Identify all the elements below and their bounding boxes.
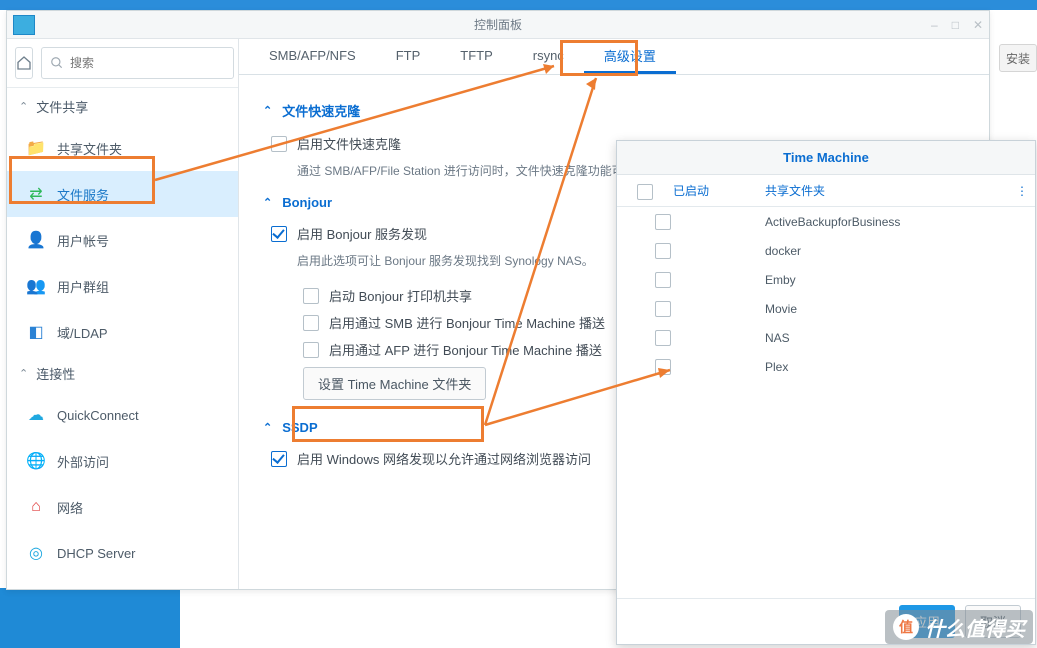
group-title: Bonjour <box>282 195 332 210</box>
sidebar-item-label: 网络 <box>57 498 83 517</box>
app-icon <box>13 15 35 35</box>
checkbox-enable-fastclone[interactable] <box>271 136 287 152</box>
chevron-down-icon: ⌃ <box>263 104 272 117</box>
label: 启用 Windows 网络发现以允许通过网络浏览器访问 <box>297 449 591 468</box>
tab-3[interactable]: rsync <box>513 39 584 74</box>
folder-row[interactable]: docker <box>617 236 1035 265</box>
sidebar-item-label: 用户帐号 <box>57 231 109 250</box>
search-field[interactable] <box>70 56 225 70</box>
folder-name: Plex <box>765 360 1035 374</box>
user-icon: 👤 <box>25 229 47 251</box>
folder-row[interactable]: Emby <box>617 265 1035 294</box>
label: 启用通过 AFP 进行 Bonjour Time Machine 播送 <box>329 340 602 359</box>
checkbox-folder[interactable] <box>655 359 671 375</box>
chevron-icon: ⌃ <box>19 367 28 380</box>
titlebar: 控制面板 – □ ✕ <box>7 11 989 39</box>
checkbox-folder[interactable] <box>655 214 671 230</box>
sidebar-item-label: 文件服务 <box>57 185 109 204</box>
folder-row[interactable]: Movie <box>617 294 1035 323</box>
quickconnect-icon: ☁ <box>25 404 47 426</box>
search-input[interactable] <box>41 47 234 79</box>
checkbox-bonjour-afp-tm[interactable] <box>303 342 319 358</box>
sidebar-item-label: 域/LDAP <box>57 323 108 342</box>
sidebar-item-label: 外部访问 <box>57 452 109 471</box>
external-access-icon: 🌐 <box>25 450 47 472</box>
sidebar: ⌃ 文件共享 📁 共享文件夹 ⇄ 文件服务 👤 用户帐号 👥 用户群组 ◧ 域/LDAP ⌃ 连接性 ☁ Qu… <box>7 39 239 589</box>
network-icon: ⌂ <box>25 496 47 518</box>
folder-row[interactable]: Plex <box>617 352 1035 381</box>
tab-0[interactable]: SMB/AFP/NFS <box>249 39 376 74</box>
sidebar-item-label: 用户群组 <box>57 277 109 296</box>
sidebar-item-dhcp[interactable]: ◎ DHCP Server <box>7 530 238 576</box>
checkbox-folder[interactable] <box>655 301 671 317</box>
section-label: 文件共享 <box>36 97 88 116</box>
section-header[interactable]: ⌃ 连接性 <box>7 355 238 392</box>
column-menu-icon[interactable]: ⋮ <box>1009 184 1035 198</box>
maximize-button[interactable]: □ <box>952 18 959 32</box>
section-label: 连接性 <box>36 364 75 383</box>
dialog-title: Time Machine <box>617 141 1035 175</box>
folder-name: NAS <box>765 331 1035 345</box>
watermark: 值 什么值得买 <box>885 610 1033 644</box>
dialog-header-row: 已启动 共享文件夹 ⋮ <box>617 175 1035 207</box>
group-title: SSDP <box>282 420 317 435</box>
folder-name: ActiveBackupforBusiness <box>765 215 1035 229</box>
group-title: 文件快速克隆 <box>282 101 360 120</box>
file-services-icon: ⇄ <box>25 183 47 205</box>
sidebar-item-quickconnect[interactable]: ☁ QuickConnect <box>7 392 238 438</box>
col-enabled[interactable]: 已启动 <box>673 182 765 199</box>
time-machine-dialog: Time Machine 已启动 共享文件夹 ⋮ ActiveBackupfor… <box>616 140 1036 645</box>
domain-ldap-icon: ◧ <box>25 321 47 343</box>
search-icon <box>50 56 64 70</box>
group-fastclone[interactable]: ⌃ 文件快速克隆 <box>263 101 965 120</box>
checkbox-folder[interactable] <box>655 330 671 346</box>
tab-2[interactable]: TFTP <box>440 39 513 74</box>
home-button[interactable] <box>15 47 33 79</box>
tab-4[interactable]: 高级设置 <box>584 39 676 74</box>
checkbox-enable-bonjour[interactable] <box>271 226 287 242</box>
label: 启用文件快速克隆 <box>297 134 401 153</box>
watermark-icon: 值 <box>893 614 919 640</box>
tab-1[interactable]: FTP <box>376 39 441 74</box>
folder-name: Movie <box>765 302 1035 316</box>
sidebar-item-user[interactable]: 👤 用户帐号 <box>7 217 238 263</box>
checkbox-folder[interactable] <box>655 243 671 259</box>
checkbox-bonjour-printer[interactable] <box>303 288 319 304</box>
folder-name: docker <box>765 244 1035 258</box>
label: 启用通过 SMB 进行 Bonjour Time Machine 播送 <box>329 313 605 332</box>
sidebar-item-external-access[interactable]: 🌐 外部访问 <box>7 438 238 484</box>
chevron-down-icon: ⌃ <box>263 196 272 209</box>
label: 启用 Bonjour 服务发现 <box>297 224 427 243</box>
watermark-text: 什么值得买 <box>925 613 1025 642</box>
sidebar-item-label: DHCP Server <box>57 546 136 561</box>
install-button[interactable]: 安装 <box>999 44 1037 72</box>
set-timemachine-folder-button[interactable]: 设置 Time Machine 文件夹 <box>303 367 486 400</box>
checkbox-bonjour-smb-tm[interactable] <box>303 315 319 331</box>
dhcp-icon: ◎ <box>25 542 47 564</box>
section-header[interactable]: ⌃ 文件共享 <box>7 88 238 125</box>
chevron-icon: ⌃ <box>19 100 28 113</box>
window-title: 控制面板 <box>474 16 522 33</box>
folder-row[interactable]: NAS <box>617 323 1035 352</box>
sidebar-item-network[interactable]: ⌂ 网络 <box>7 484 238 530</box>
minimize-button[interactable]: – <box>931 18 938 32</box>
folder-name: Emby <box>765 273 1035 287</box>
chevron-down-icon: ⌃ <box>263 421 272 434</box>
tabs: SMB/AFP/NFSFTPTFTPrsync高级设置 <box>239 39 989 75</box>
checkbox-enable-ssdp[interactable] <box>271 451 287 467</box>
sidebar-item-domain-ldap[interactable]: ◧ 域/LDAP <box>7 309 238 355</box>
sidebar-item-label: QuickConnect <box>57 408 139 423</box>
shared-folder-icon: 📁 <box>25 137 47 159</box>
sidebar-item-group[interactable]: 👥 用户群组 <box>7 263 238 309</box>
sidebar-item-shared-folder[interactable]: 📁 共享文件夹 <box>7 125 238 171</box>
label: 启动 Bonjour 打印机共享 <box>329 286 472 305</box>
group-icon: 👥 <box>25 275 47 297</box>
sidebar-item-file-services[interactable]: ⇄ 文件服务 <box>7 171 238 217</box>
checkbox-folder[interactable] <box>655 272 671 288</box>
folder-row[interactable]: ActiveBackupforBusiness <box>617 207 1035 236</box>
close-button[interactable]: ✕ <box>973 18 983 32</box>
col-folder[interactable]: 共享文件夹 <box>765 182 1009 199</box>
checkbox-select-all[interactable] <box>637 184 653 200</box>
sidebar-item-label: 共享文件夹 <box>57 139 122 158</box>
